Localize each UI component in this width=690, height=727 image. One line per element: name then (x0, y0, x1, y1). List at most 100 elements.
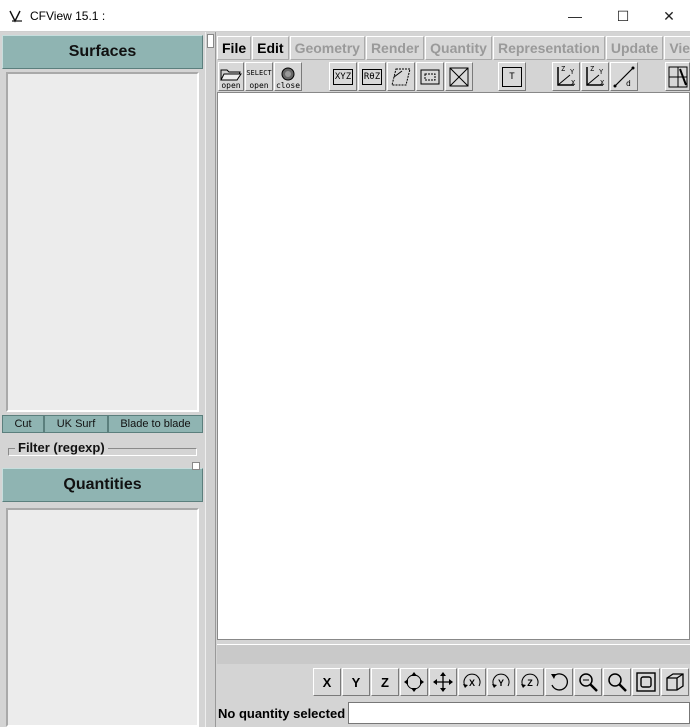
menu-edit[interactable]: Edit (252, 36, 289, 60)
axis-z-label: Z (590, 64, 595, 73)
axis-y-label: Y (599, 67, 604, 76)
view-z-label: Z (381, 674, 389, 690)
quantities-header: Quantities (2, 468, 203, 502)
rotate-free-button[interactable] (400, 668, 428, 696)
distance-icon: d (612, 65, 636, 89)
minimize-icon: — (568, 8, 582, 24)
fit-view-button[interactable] (632, 668, 660, 696)
cfview-logo-icon (9, 10, 22, 23)
view-x-button[interactable]: X (313, 668, 341, 696)
text-annotation-icon: T (502, 66, 522, 87)
global-axis-button[interactable]: Z Y X (581, 62, 609, 91)
svg-text:Y: Y (498, 678, 504, 688)
select-open-button[interactable]: SELECT open (245, 62, 273, 91)
view-y-button[interactable]: Y (342, 668, 370, 696)
pan-button[interactable] (429, 668, 457, 696)
cube-icon (666, 673, 684, 691)
main-toolbar: open SELECT open close XYZ RθZ T Z Y X Z (217, 62, 690, 92)
rotate-z-button[interactable]: Z (516, 668, 544, 696)
menu-update[interactable]: Update (605, 36, 664, 60)
iso-view-button[interactable] (661, 668, 689, 696)
crossed-box-button[interactable] (445, 62, 473, 91)
tab-uk-surf[interactable]: UK Surf (44, 415, 108, 433)
tab-cut[interactable]: Cut (2, 415, 44, 433)
surface-tabs: Cut UK Surf Blade to blade (2, 415, 203, 433)
surfaces-header: Surfaces (2, 35, 203, 69)
status-input-field[interactable] (348, 702, 690, 724)
close-project-button[interactable]: close (274, 62, 302, 91)
svg-text:Z: Z (527, 678, 533, 688)
xyz-coords-button[interactable]: XYZ (329, 62, 357, 91)
axis-triad-icon: Z Y X (554, 65, 578, 89)
zoom-in-icon (579, 673, 598, 692)
rbz-label: RθZ (361, 68, 383, 85)
text-annotation-button[interactable]: T (498, 62, 526, 91)
rotate-ccw-icon (551, 673, 569, 691)
plane-cut-button[interactable] (387, 62, 415, 91)
tab-blade-to-blade[interactable]: Blade to blade (108, 415, 203, 433)
rotate-screen-button[interactable] (545, 668, 573, 696)
distance-measure-button[interactable]: d (610, 62, 638, 91)
menu-quantity[interactable]: Quantity (425, 36, 492, 60)
magnifier-icon (608, 673, 627, 692)
rotate-x-button[interactable]: X (458, 668, 486, 696)
close-label: close (275, 81, 301, 90)
menu-render[interactable]: Render (365, 36, 425, 60)
open-label: open (221, 81, 241, 90)
axis-x-label: X (600, 78, 605, 87)
close-button[interactable]: ✕ (646, 0, 690, 32)
horizontal-splitter-handle[interactable] (192, 462, 200, 470)
rotate-z-icon: Z (521, 673, 539, 688)
view-y-label: Y (351, 674, 361, 690)
select-open-label: open (249, 81, 269, 90)
view-z-button[interactable]: Z (371, 668, 399, 696)
view-toolbar: X Y Z X Y Z (313, 668, 690, 696)
maximize-icon: ☐ (616, 7, 630, 24)
axis-triad-icon: Z Y X (583, 65, 607, 89)
graphics-viewport[interactable] (217, 92, 690, 640)
axis-y-label: Y (570, 67, 575, 76)
view-x-label: X (322, 674, 332, 690)
zoom-button[interactable] (603, 668, 631, 696)
cylindrical-coords-button[interactable]: RθZ (358, 62, 386, 91)
pan-arrows-icon (433, 672, 453, 692)
left-panel: Surfaces Cut UK Surf Blade to blade Filt… (0, 32, 205, 727)
zoom-region-button[interactable] (574, 668, 602, 696)
quantities-list[interactable] (6, 508, 199, 727)
select-label: SELECT (246, 69, 272, 77)
maximize-button[interactable]: ☐ (600, 0, 646, 32)
close-disk-icon (281, 67, 295, 81)
bottom-strip (217, 644, 690, 664)
splitter-grip[interactable] (207, 34, 214, 48)
probe-button[interactable] (665, 62, 690, 91)
axis-x-label: X (571, 78, 576, 87)
close-icon: ✕ (663, 7, 675, 24)
t-label: T (509, 71, 515, 82)
menu-view[interactable]: View (664, 36, 690, 60)
status-text: No quantity selected (218, 705, 346, 721)
minimize-button[interactable]: — (552, 0, 598, 32)
rotate-x-icon: X (463, 673, 481, 688)
rotate-free-icon (404, 672, 424, 692)
axis-z-label: Z (561, 64, 566, 73)
probe-grid-icon (668, 66, 687, 87)
menu-bar: File Edit Geometry Render Quantity Repre… (217, 36, 690, 60)
box-select-button[interactable] (416, 62, 444, 91)
menu-representation[interactable]: Representation (492, 36, 605, 60)
surfaces-list[interactable] (6, 72, 199, 412)
window-title: CFView 15.1 : (30, 9, 106, 23)
menu-file[interactable]: File (217, 36, 252, 60)
svg-text:X: X (469, 678, 475, 688)
folder-open-icon (220, 69, 242, 81)
xyz-label: XYZ (332, 68, 354, 85)
dist-label: d (626, 78, 631, 88)
crossed-box-icon (449, 67, 469, 86)
box-select-icon (420, 69, 440, 84)
local-axis-button[interactable]: Z Y X (552, 62, 580, 91)
filter-group[interactable]: Filter (regexp) (6, 436, 199, 458)
title-bar: CFView 15.1 : — ☐ ✕ (0, 0, 690, 32)
open-project-button[interactable]: open (218, 62, 244, 91)
vertical-splitter[interactable] (205, 32, 216, 727)
menu-geometry[interactable]: Geometry (289, 36, 365, 60)
rotate-y-button[interactable]: Y (487, 668, 515, 696)
